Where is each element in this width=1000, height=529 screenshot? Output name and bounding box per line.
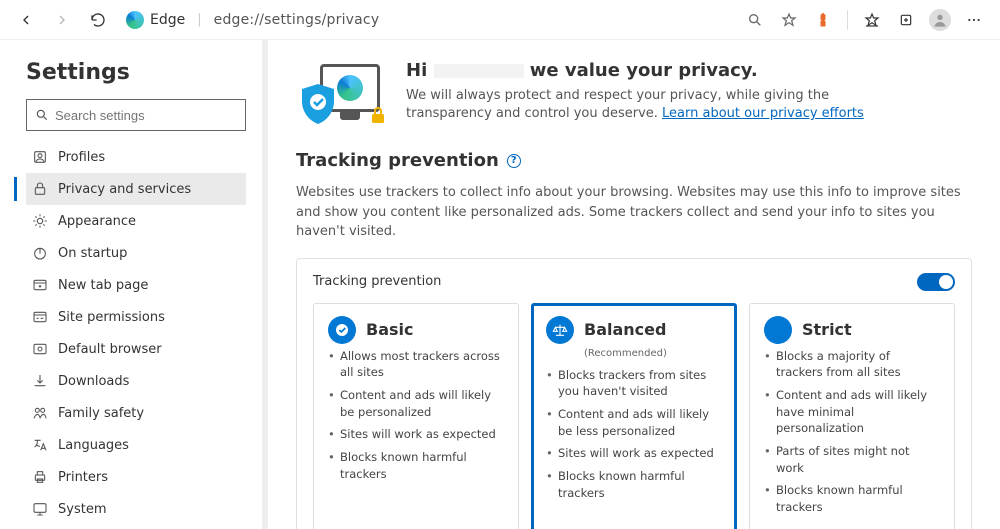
default-icon <box>32 341 48 357</box>
hero-illustration <box>296 60 386 130</box>
info-icon[interactable]: ? <box>507 154 521 168</box>
siteperm-icon <box>32 309 48 325</box>
privacy-hero: Hi we value your privacy. We will always… <box>296 60 972 130</box>
card-bullet: Sites will work as expected <box>546 445 722 462</box>
tracking-toggle[interactable] <box>917 273 955 291</box>
collections-icon[interactable] <box>892 6 920 34</box>
check-icon <box>328 316 356 344</box>
sidebar-item-new-tab-page[interactable]: New tab page <box>26 269 246 301</box>
sidebar-item-profiles[interactable]: Profiles <box>26 141 246 173</box>
sidebar-item-appearance[interactable]: Appearance <box>26 205 246 237</box>
privacy-efforts-link[interactable]: Learn about our privacy efforts <box>662 106 864 121</box>
card-bullet: Blocks known harmful trackers <box>546 468 722 501</box>
sidebar-item-reset-settings[interactable]: Reset settings <box>26 525 246 529</box>
sidebar-search[interactable] <box>26 99 246 131</box>
search-input[interactable] <box>55 108 237 123</box>
sidebar-item-label: Privacy and services <box>58 182 191 197</box>
power-icon <box>32 245 48 261</box>
scales-icon <box>546 316 574 344</box>
hero-body: We will always protect and respect your … <box>406 87 876 123</box>
sidebar-item-printers[interactable]: Printers <box>26 461 246 493</box>
card-bullet: Blocks trackers from sites you haven't v… <box>546 367 722 400</box>
settings-sidebar: Settings Profiles Privacy and services App… <box>0 40 268 529</box>
sidebar-item-label: Appearance <box>58 214 136 229</box>
family-icon <box>32 405 48 421</box>
download-icon <box>32 373 48 389</box>
sidebar-item-label: Downloads <box>58 374 129 389</box>
panel-label: Tracking prevention <box>313 274 441 289</box>
favorites-bar-icon[interactable] <box>858 6 886 34</box>
card-title: Strict <box>802 320 852 339</box>
main-content: Hi we value your privacy. We will always… <box>268 40 1000 529</box>
search-icon <box>35 108 49 122</box>
lock-icon <box>32 181 48 197</box>
profile-icon <box>32 149 48 165</box>
system-icon <box>32 501 48 517</box>
brand-text: Edge <box>150 12 185 28</box>
card-subtitle: (Recommended) <box>584 348 722 359</box>
sidebar-item-system[interactable]: System <box>26 493 246 525</box>
tracking-indicator-icon[interactable] <box>809 6 837 34</box>
sidebar-item-family-safety[interactable]: Family safety <box>26 397 246 429</box>
card-bullet: Content and ads will likely have minimal… <box>764 387 940 437</box>
card-bullet: Content and ads will likely be less pers… <box>546 406 722 439</box>
shield-icon <box>764 316 792 344</box>
card-bullet: Parts of sites might not work <box>764 443 940 476</box>
card-title: Balanced <box>584 320 666 339</box>
tracking-card-basic[interactable]: Basic Allows most trackers across all sit… <box>313 303 519 529</box>
edge-logo-icon <box>126 11 144 29</box>
toolbar-separator <box>847 10 848 30</box>
address-bar[interactable]: edge://settings/privacy <box>214 12 733 28</box>
refresh-button[interactable] <box>84 6 112 34</box>
newtab-icon <box>32 277 48 293</box>
appearance-icon <box>32 213 48 229</box>
sidebar-item-downloads[interactable]: Downloads <box>26 365 246 397</box>
card-bullet: Sites will work as expected <box>328 426 504 443</box>
sidebar-item-label: Printers <box>58 470 108 485</box>
sidebar-item-label: Default browser <box>58 342 162 357</box>
back-button[interactable] <box>12 6 40 34</box>
card-bullet: Blocks known harmful trackers <box>328 449 504 482</box>
card-title: Basic <box>366 320 413 339</box>
sidebar-item-on-startup[interactable]: On startup <box>26 237 246 269</box>
sidebar-item-label: Site permissions <box>58 310 165 325</box>
favorite-icon[interactable] <box>775 6 803 34</box>
sidebar-item-label: On startup <box>58 246 127 261</box>
card-bullet: Blocks known harmful trackers <box>764 482 940 515</box>
search-icon[interactable] <box>741 6 769 34</box>
sidebar-item-label: New tab page <box>58 278 148 293</box>
redacted-name <box>434 64 524 78</box>
sidebar-item-label: Languages <box>58 438 129 453</box>
sidebar-item-label: System <box>58 502 106 517</box>
sidebar-item-label: Family safety <box>58 406 144 421</box>
card-bullet: Allows most trackers across all sites <box>328 348 504 381</box>
card-bullet: Blocks a majority of trackers from all s… <box>764 348 940 381</box>
tracking-desc: Websites use trackers to collect info ab… <box>296 183 972 242</box>
sidebar-item-label: Profiles <box>58 150 105 165</box>
tracking-panel: Tracking prevention Basic Allows most tra… <box>296 258 972 529</box>
forward-button <box>48 6 76 34</box>
more-icon[interactable] <box>960 6 988 34</box>
tracking-section-title: Tracking prevention ? <box>296 150 972 171</box>
address-separator: | <box>197 12 201 27</box>
sidebar-title: Settings <box>26 60 246 85</box>
sidebar-item-languages[interactable]: Languages <box>26 429 246 461</box>
sidebar-item-privacy-and-services[interactable]: Privacy and services <box>26 173 246 205</box>
lang-icon <box>32 437 48 453</box>
printer-icon <box>32 469 48 485</box>
card-bullet: Content and ads will likely be personali… <box>328 387 504 420</box>
hero-heading: Hi we value your privacy. <box>406 60 876 81</box>
sidebar-item-default-browser[interactable]: Default browser <box>26 333 246 365</box>
tracking-card-balanced[interactable]: Balanced (Recommended) Blocks trackers fro… <box>531 303 737 529</box>
profile-avatar[interactable] <box>926 6 954 34</box>
brand-label: Edge <box>126 11 185 29</box>
sidebar-item-site-permissions[interactable]: Site permissions <box>26 301 246 333</box>
tracking-card-strict[interactable]: Strict Blocks a majority of trackers from… <box>749 303 955 529</box>
